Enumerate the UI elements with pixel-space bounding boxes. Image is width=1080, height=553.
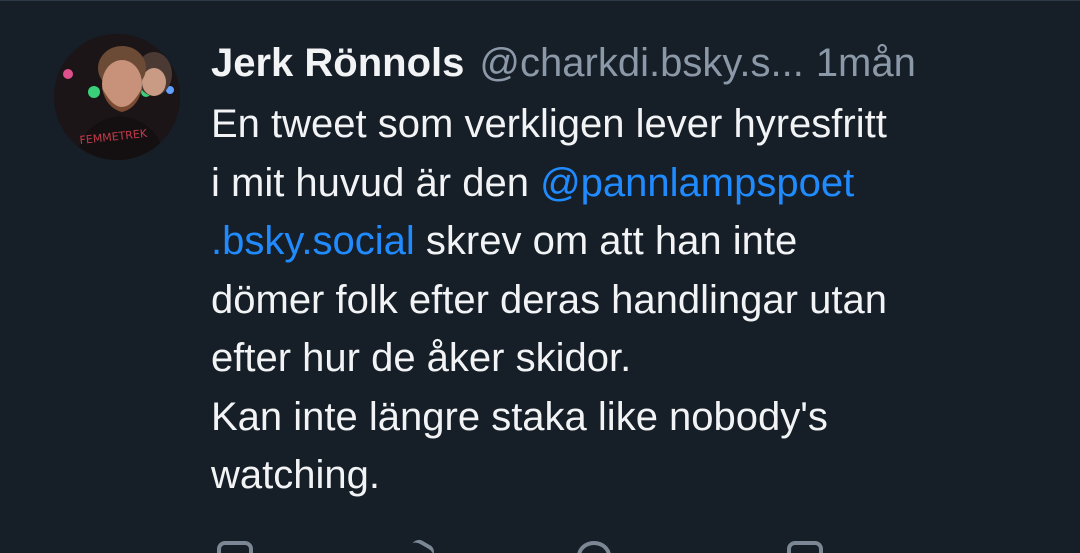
- like-icon[interactable]: [577, 541, 611, 553]
- author-display-name[interactable]: Jerk Rönnols: [211, 39, 464, 87]
- post-text-segment: i mit huvud är den: [211, 160, 541, 205]
- author-handle[interactable]: @charkdi.bsky.s...: [479, 39, 803, 87]
- avatar-image: FEMMETREK: [54, 34, 180, 160]
- repost-icon[interactable]: [401, 537, 437, 553]
- post-text-line: En tweet som verkligen lever hyresfritt: [211, 102, 887, 146]
- post-content: Jerk Rönnols @charkdi.bsky.s... 1mån En …: [211, 39, 1040, 505]
- post-card[interactable]: FEMMETREK Jerk Rönnols @charkdi.bsky.s..…: [0, 0, 1080, 553]
- post-timestamp[interactable]: 1mån: [816, 39, 916, 87]
- post-actions: [211, 537, 1011, 553]
- post-text-line: efter hur de åker skidor.: [211, 336, 632, 380]
- reply-icon[interactable]: [217, 541, 253, 553]
- mention-link-continued[interactable]: .bsky.social: [211, 219, 415, 263]
- mention-link[interactable]: @pannlampspoet: [540, 161, 854, 205]
- post-text-line: i mit huvud är den @pannlampspoet: [211, 154, 1040, 213]
- post-text-line: .bsky.social skrev om att han inte: [211, 212, 1040, 271]
- post-text-segment: skrev om att han inte: [414, 219, 798, 263]
- avatar[interactable]: FEMMETREK: [54, 34, 180, 160]
- post-text-line: dömer folk efter deras handlingar utan: [211, 277, 887, 322]
- post-text: En tweet som verkligen lever hyresfritt …: [211, 95, 1040, 505]
- more-icon[interactable]: [787, 541, 823, 553]
- post-text-line: watching.: [211, 453, 380, 497]
- post-text-line: Kan inte längre staka like nobody's: [211, 394, 828, 439]
- post-header: Jerk Rönnols @charkdi.bsky.s... 1mån: [211, 39, 1040, 87]
